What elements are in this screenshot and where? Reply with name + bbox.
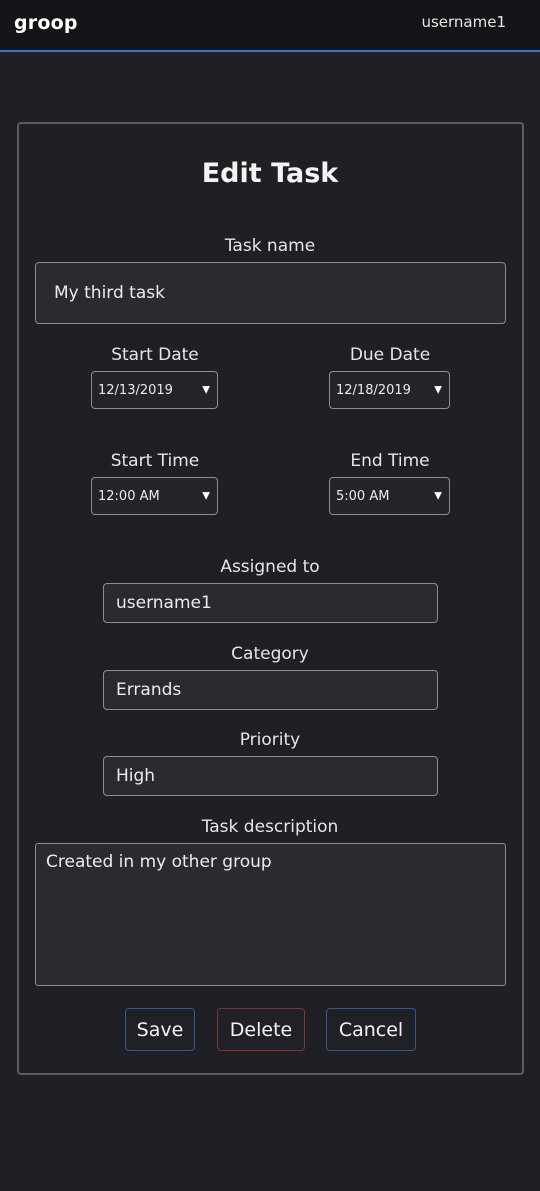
start-date-select[interactable]: 12/13/2019 ▼ [91,371,218,409]
chevron-down-icon: ▼ [202,384,210,396]
category-input[interactable]: Errands [103,670,438,710]
chevron-down-icon: ▼ [434,384,442,396]
delete-button[interactable]: Delete [217,1008,305,1051]
category-value: Errands [116,680,182,700]
username-link[interactable]: username1 [421,13,506,31]
due-date-label: Due Date [349,345,431,365]
start-time-value: 12:00 AM [98,488,160,504]
task-name-value: My third task [54,283,165,303]
task-description-label: Task description [201,817,339,837]
end-time-value: 5:00 AM [336,488,390,504]
chevron-down-icon: ▼ [434,490,442,502]
priority-label: Priority [239,730,301,750]
chevron-down-icon: ▼ [202,490,210,502]
page-title: Edit Task [201,158,339,189]
start-date-value: 12/13/2019 [98,382,173,398]
start-date-label: Start Date [111,345,199,365]
assigned-to-label: Assigned to [220,557,320,577]
assigned-to-input[interactable]: username1 [103,583,438,623]
task-description-textarea[interactable]: Created in my other group [35,843,506,986]
category-label: Category [231,644,309,664]
task-name-input[interactable]: My third task [35,262,506,324]
task-description-value: Created in my other group [46,852,272,872]
priority-input[interactable]: High [103,756,438,796]
start-time-label: Start Time [110,451,200,471]
end-time-label: End Time [350,451,430,471]
due-date-value: 12/18/2019 [336,382,411,398]
start-time-select[interactable]: 12:00 AM ▼ [91,477,218,515]
task-name-label: Task name [224,236,316,256]
due-date-select[interactable]: 12/18/2019 ▼ [329,371,450,409]
cancel-button[interactable]: Cancel [326,1008,416,1051]
brand-logo[interactable]: groop [14,12,78,34]
save-button[interactable]: Save [125,1008,195,1051]
assigned-to-value: username1 [116,593,212,613]
priority-value: High [116,766,156,786]
top-navbar: groop username1 [0,0,540,52]
end-time-select[interactable]: 5:00 AM ▼ [329,477,450,515]
